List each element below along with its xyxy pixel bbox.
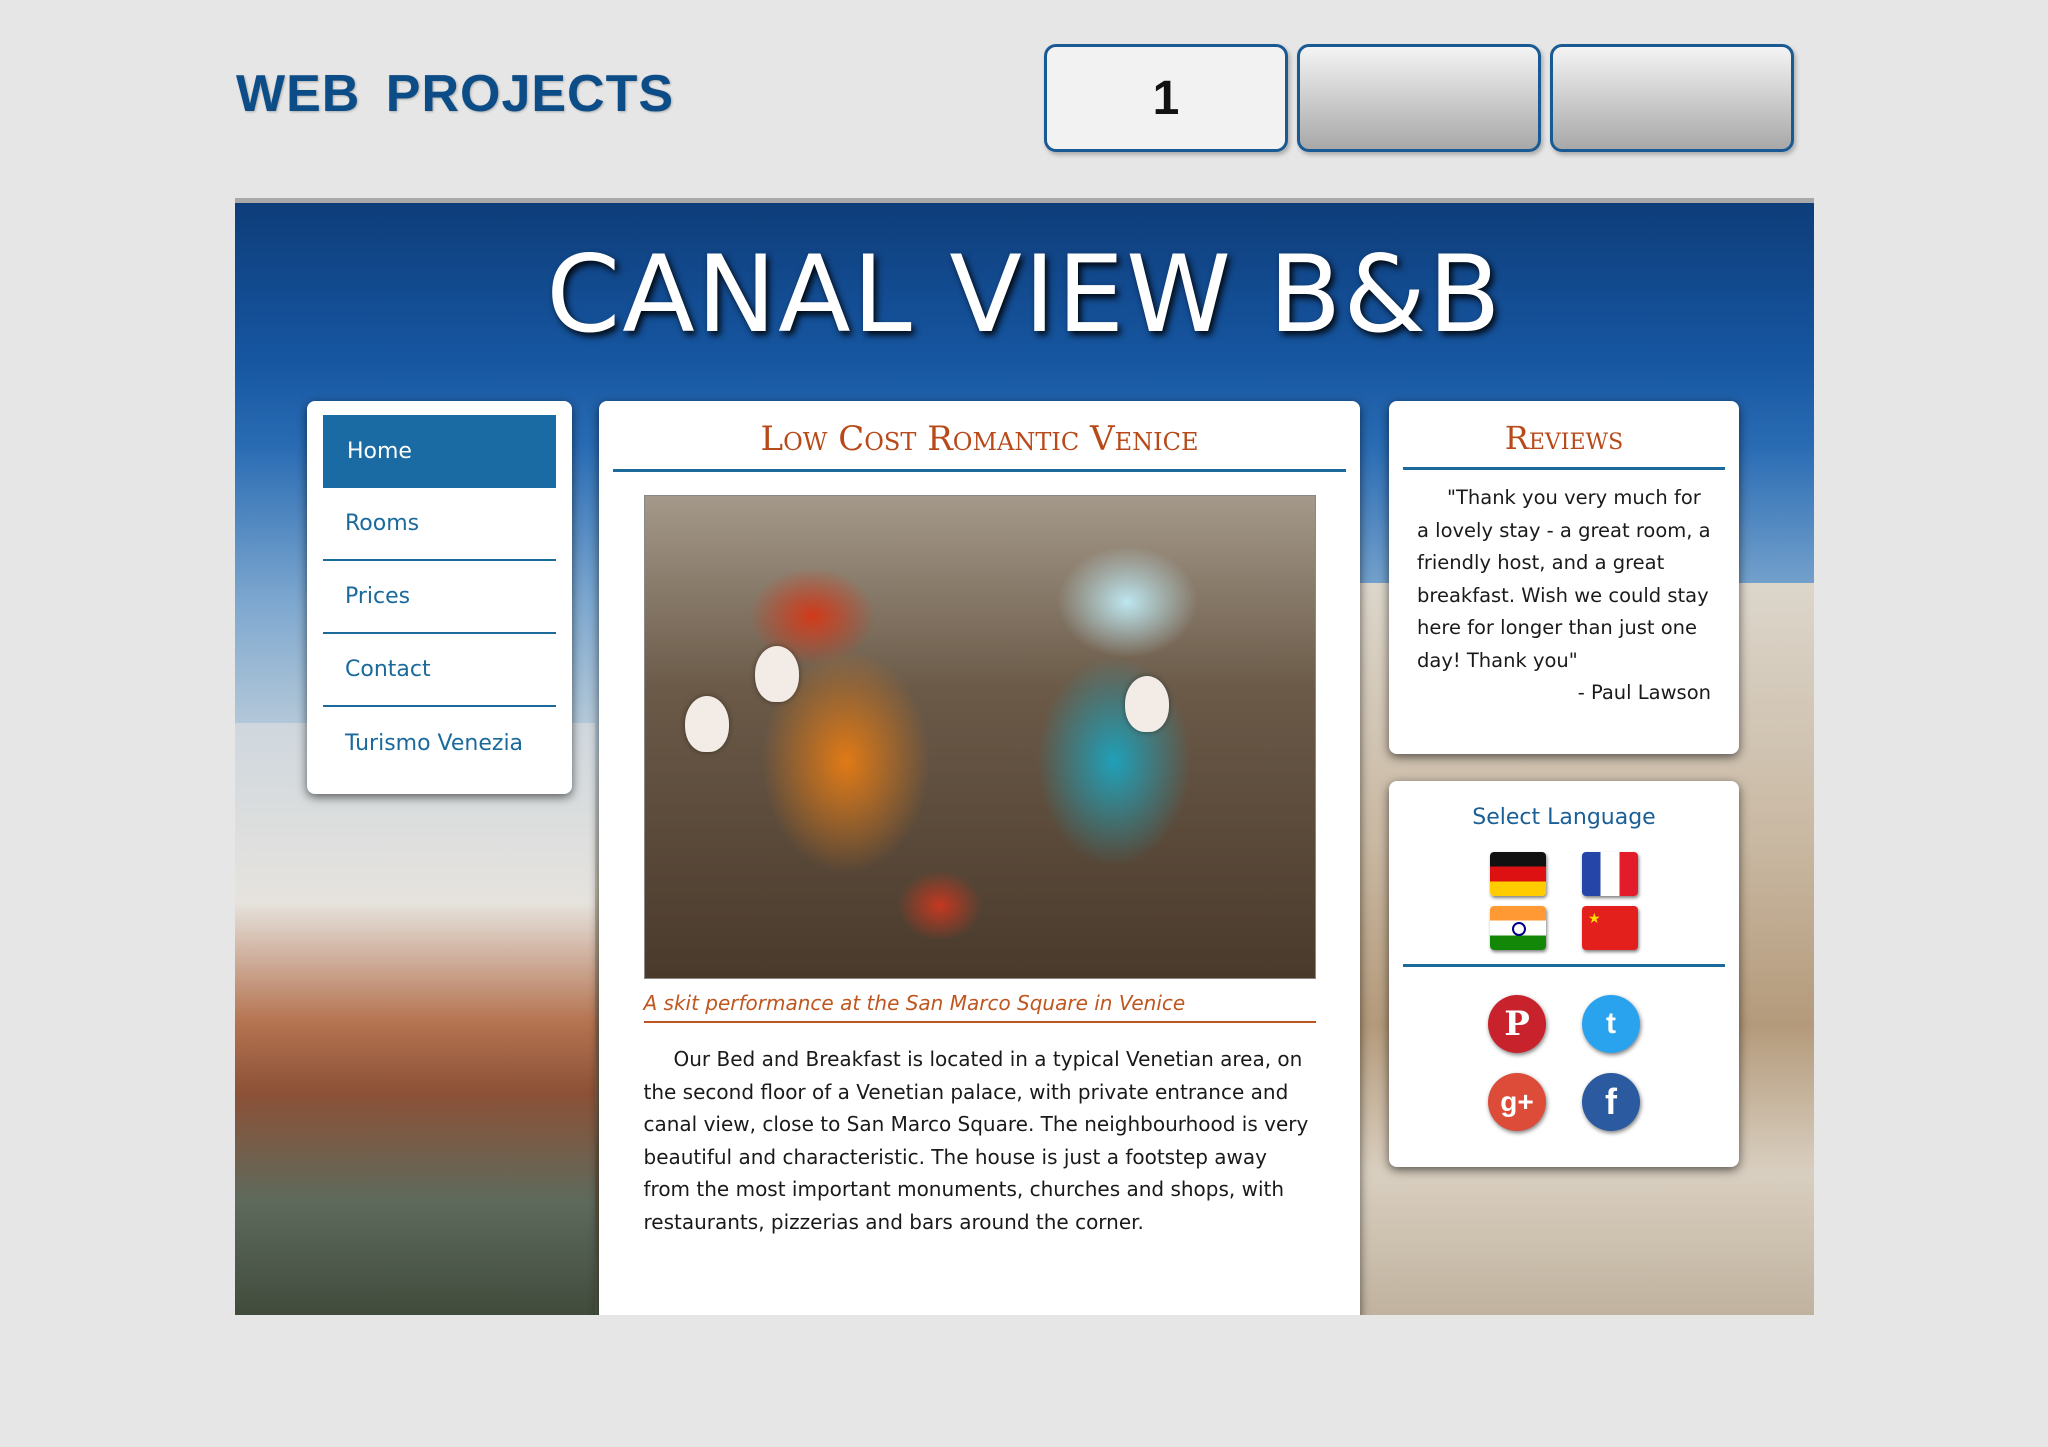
- indian-flag-icon[interactable]: [1490, 906, 1546, 950]
- facebook-icon[interactable]: f: [1582, 1073, 1640, 1131]
- reviews-heading: Reviews: [1403, 401, 1725, 470]
- chinese-flag-icon[interactable]: ★: [1582, 906, 1638, 950]
- venice-background-left: [235, 723, 595, 1315]
- tab-bar: 1: [1044, 44, 1794, 152]
- mask-shape: [684, 696, 729, 752]
- mask-shape: [754, 646, 799, 702]
- reviews-panel: Reviews "Thank you very much for a lovel…: [1389, 401, 1739, 754]
- site-nav: Home Rooms Prices Contact Turismo Venezi…: [307, 401, 572, 794]
- page-title: WEB PROJECTS: [236, 65, 675, 123]
- language-title: Select Language: [1472, 805, 1656, 830]
- main-content: Low Cost Romantic Venice A skit performa…: [599, 401, 1360, 1315]
- flag-grid: ★: [1403, 852, 1725, 967]
- main-heading: Low Cost Romantic Venice: [613, 401, 1346, 472]
- tab-3[interactable]: [1550, 44, 1794, 152]
- website-mockup: CANAL VIEW B&B Home Rooms Prices Contact…: [235, 198, 1814, 1315]
- nav-item-home[interactable]: Home: [323, 415, 556, 488]
- nav-item-prices[interactable]: Prices: [323, 561, 556, 634]
- twitter-icon[interactable]: t: [1582, 995, 1640, 1053]
- nav-item-rooms[interactable]: Rooms: [323, 488, 556, 561]
- description-text: Our Bed and Breakfast is located in a ty…: [643, 1047, 1309, 1234]
- social-icons: P t g+ f: [1403, 995, 1725, 1131]
- carnival-photo: [643, 495, 1316, 979]
- tab-2[interactable]: [1297, 44, 1541, 152]
- tab-1[interactable]: 1: [1044, 44, 1288, 152]
- review-quote: "Thank you very much for a lovely stay -…: [1417, 486, 1711, 672]
- pinterest-icon[interactable]: P: [1488, 995, 1546, 1053]
- french-flag-icon[interactable]: [1582, 852, 1638, 896]
- german-flag-icon[interactable]: [1490, 852, 1546, 896]
- google-plus-icon[interactable]: g+: [1488, 1073, 1546, 1131]
- nav-item-contact[interactable]: Contact: [323, 634, 556, 707]
- review-author: - Paul Lawson: [1577, 681, 1711, 704]
- site-title: CANAL VIEW B&B: [546, 233, 1503, 356]
- photo-caption: A skit performance at the San Marco Squa…: [643, 991, 1316, 1023]
- language-panel: Select Language ★ P t g+ f: [1389, 781, 1739, 1167]
- mask-shape: [1124, 676, 1169, 732]
- nav-item-turismo-venezia[interactable]: Turismo Venezia: [323, 707, 556, 780]
